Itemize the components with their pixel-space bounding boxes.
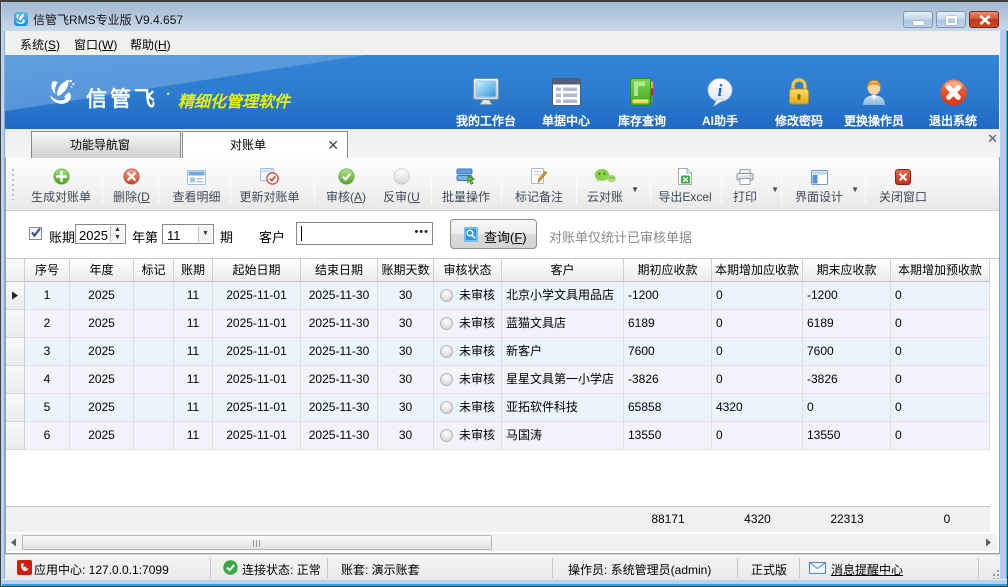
svg-text:i: i: [718, 81, 723, 100]
